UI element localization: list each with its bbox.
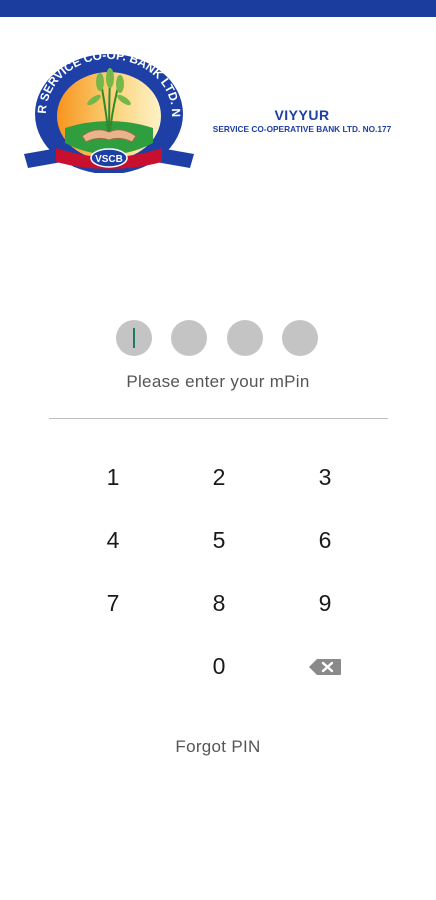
pin-dot-3[interactable] (226, 320, 263, 356)
pin-dot-2[interactable] (171, 320, 208, 356)
key-5[interactable]: 5 (166, 509, 272, 572)
key-1[interactable]: 1 (60, 446, 166, 509)
key-6[interactable]: 6 (272, 509, 378, 572)
key-3[interactable]: 3 (272, 446, 378, 509)
pin-indicator (116, 320, 318, 358)
key-9[interactable]: 9 (272, 572, 378, 635)
backspace-icon (309, 658, 341, 675)
key-7[interactable]: 7 (60, 572, 166, 635)
forgot-pin-link[interactable]: Forgot PIN (0, 737, 436, 757)
bank-logo: VIYYUR SERVICE CO-OP. BANK LTD. NO.177 V… (20, 48, 194, 173)
key-blank (60, 635, 166, 698)
key-0[interactable]: 0 (166, 635, 272, 698)
key-8[interactable]: 8 (166, 572, 272, 635)
pin-dot-1[interactable] (116, 320, 152, 356)
text-cursor (133, 328, 135, 348)
status-bar (0, 0, 436, 17)
bank-title: VIYYUR SERVICE CO-OPERATIVE BANK LTD. NO… (200, 107, 404, 135)
numeric-keypad: 1 2 3 4 5 6 7 8 9 0 (60, 446, 376, 698)
logo-badge-text: VSCB (95, 154, 123, 165)
divider (49, 418, 388, 419)
key-4[interactable]: 4 (60, 509, 166, 572)
bank-subtitle: SERVICE CO-OPERATIVE BANK LTD. NO.177 (212, 124, 392, 134)
bank-name: VIYYUR (274, 107, 330, 123)
pin-prompt: Please enter your mPin (126, 372, 310, 391)
key-2[interactable]: 2 (166, 446, 272, 509)
backspace-button[interactable] (272, 635, 378, 698)
pin-dot-4[interactable] (281, 320, 318, 356)
